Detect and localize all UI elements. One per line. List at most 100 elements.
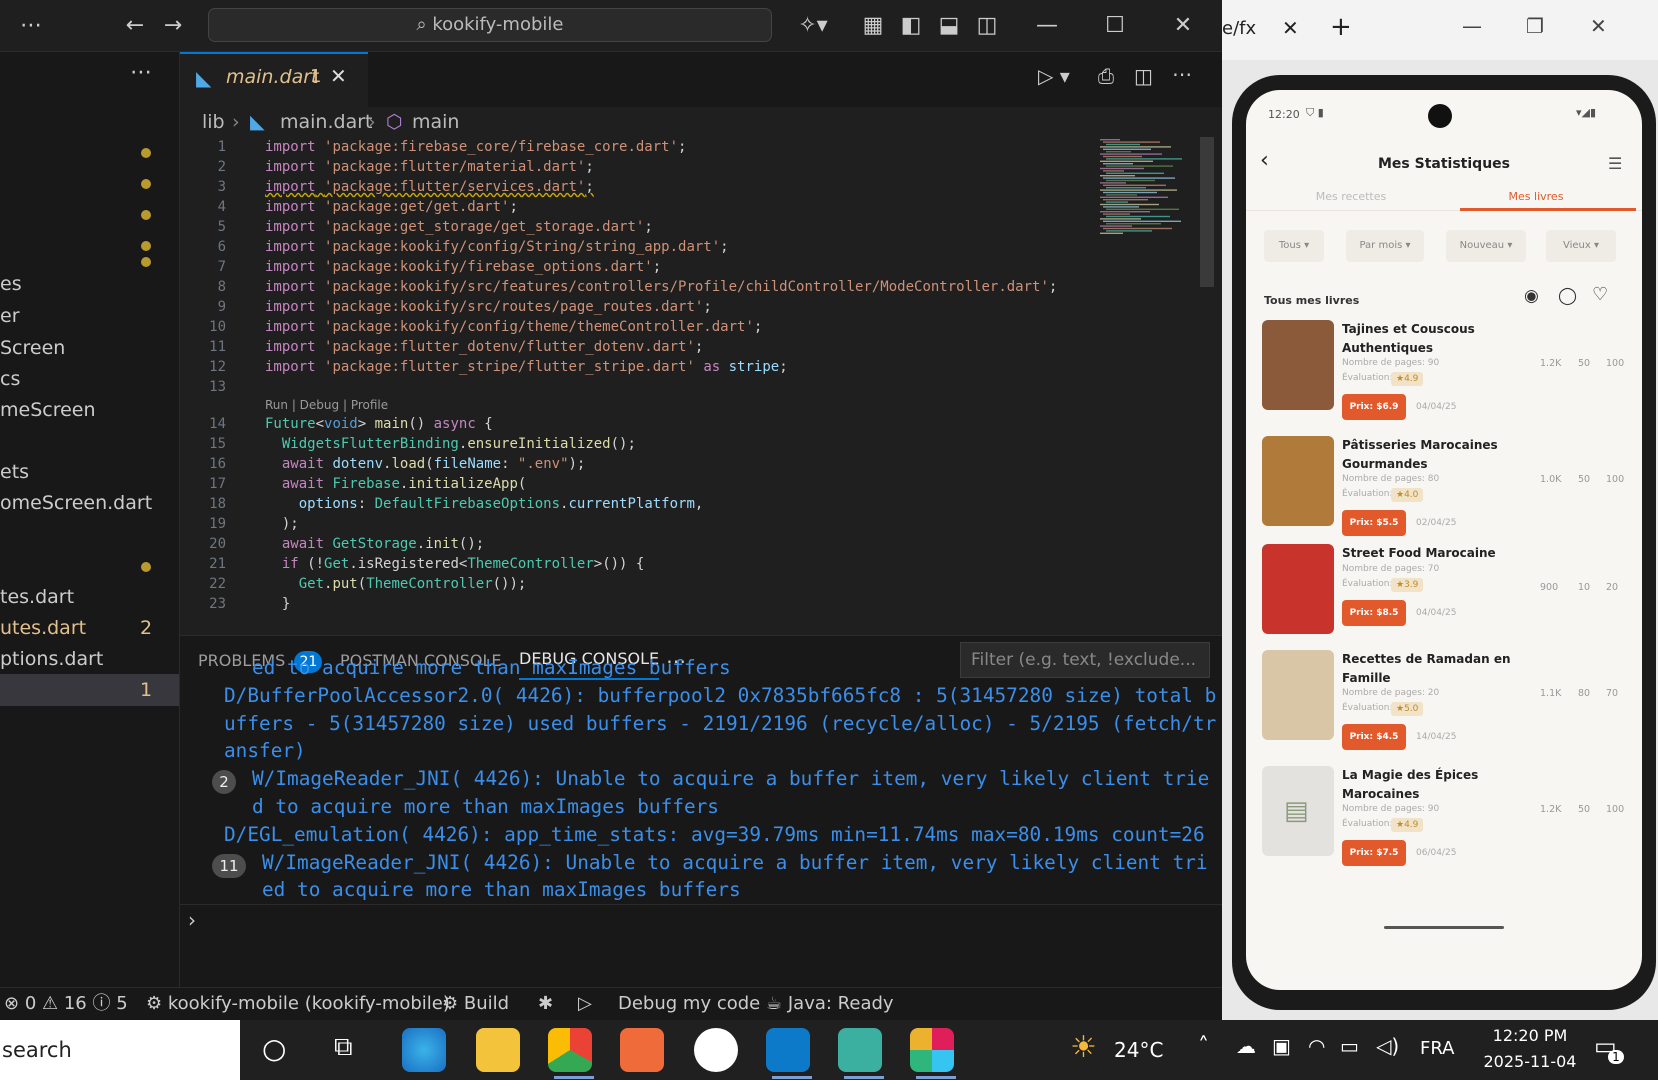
sidebar-file-item[interactable]: 1 xyxy=(0,674,179,706)
breadcrumb-symbol[interactable]: main xyxy=(412,107,459,137)
maximize-icon[interactable]: ☐ xyxy=(1098,0,1132,52)
layout-icon[interactable]: ▦ xyxy=(856,0,890,52)
menu-icon[interactable]: ☰ xyxy=(1608,154,1622,173)
taskbar-search[interactable]: search xyxy=(0,1020,240,1080)
minimap-line xyxy=(1103,155,1142,158)
back-arrow-icon[interactable]: ← xyxy=(118,0,152,52)
sidebar-file-item[interactable]: cs xyxy=(0,363,179,395)
debug-icon[interactable]: ✱ xyxy=(538,988,553,1020)
code-editor[interactable]: 1 import 'package:firebase_core/firebase_… xyxy=(180,137,1200,635)
tray-icon[interactable]: ▣ xyxy=(1272,1034,1291,1058)
clock-time[interactable]: 12:20 PM xyxy=(1480,1026,1580,1045)
book-price-button[interactable]: Prix: $7.5 xyxy=(1342,840,1406,866)
weather-icon[interactable]: ☀ xyxy=(1070,1030,1097,1065)
tab-main-dart[interactable]: ◣ main.dart 1 ✕ xyxy=(180,52,368,107)
forward-arrow-icon[interactable]: → xyxy=(156,0,190,52)
filter-par-mois[interactable]: Par mois ▾ xyxy=(1346,230,1424,262)
breadcrumb-lib[interactable]: lib xyxy=(202,107,225,137)
run-icon[interactable]: ▷ xyxy=(578,988,592,1020)
sidebar-file-item[interactable]: es xyxy=(0,268,179,300)
minimap[interactable] xyxy=(1096,137,1206,247)
restore-icon[interactable]: ❐ xyxy=(1526,14,1544,38)
filter-nouveau[interactable]: Nouveau ▾ xyxy=(1446,230,1526,262)
editor-scrollbar[interactable] xyxy=(1200,137,1214,287)
close-icon[interactable]: ✕ xyxy=(1166,0,1200,52)
browser-tab-label[interactable]: e/fx xyxy=(1222,18,1256,39)
sidebar-file-item[interactable]: tes.dart xyxy=(0,581,179,613)
slack-icon[interactable] xyxy=(910,1028,954,1072)
build-status[interactable]: ⚙ Build xyxy=(442,988,509,1020)
wifi-icon[interactable]: ◠ xyxy=(1308,1034,1325,1058)
more-icon[interactable]: ⋯ xyxy=(14,0,48,52)
project-status[interactable]: ⚙ kookify-mobile (kookify-mobile) xyxy=(146,988,450,1020)
code-lens[interactable]: Run | Debug | Profile xyxy=(265,397,388,414)
heart-icon[interactable]: ♡ xyxy=(1592,284,1608,305)
edge-icon[interactable] xyxy=(402,1028,446,1072)
book-price-button[interactable]: Prix: $4.5 xyxy=(1342,724,1406,750)
toggle-sidebar-icon[interactable]: ◧ xyxy=(894,0,928,52)
task-view-icon[interactable]: ⧉ xyxy=(334,1032,353,1063)
battery-icon[interactable]: ▭ xyxy=(1340,1034,1359,1058)
more-actions-icon[interactable]: ⋯ xyxy=(1172,62,1192,86)
cortana-icon[interactable]: ○ xyxy=(262,1032,286,1065)
sidebar-file-item[interactable]: utes.dart 2 xyxy=(0,612,179,644)
book-row[interactable]: Recettes de Ramadan en Famille Nombre de … xyxy=(1246,650,1642,772)
comment-icon[interactable]: ◯ xyxy=(1558,286,1577,306)
more-icon[interactable]: ⋯ xyxy=(130,60,152,85)
filter-tous[interactable]: Tous ▾ xyxy=(1264,230,1324,262)
language-indicator[interactable]: FRA xyxy=(1420,1038,1454,1059)
book-row[interactable]: Pâtisseries Marocaines Gourmandes Nombre … xyxy=(1246,436,1642,558)
sidebar-file-item[interactable]: ptions.dart xyxy=(0,643,179,675)
book-row[interactable]: Street Food Marocaine Nombre de pages: 70… xyxy=(1246,544,1642,666)
book-cover xyxy=(1262,650,1334,740)
minimize-icon[interactable]: — xyxy=(1462,14,1482,38)
vscode-icon[interactable] xyxy=(766,1028,810,1072)
book-price-button[interactable]: Prix: $5.5 xyxy=(1342,510,1406,536)
debug-my-code-status[interactable]: Debug my code xyxy=(618,988,760,1020)
clock-date[interactable]: 2025-11-04 xyxy=(1470,1052,1590,1071)
volume-icon[interactable]: ◁) xyxy=(1376,1034,1399,1058)
tab-close-icon[interactable]: ✕ xyxy=(1282,16,1299,40)
minimize-icon[interactable]: — xyxy=(1030,0,1064,52)
toggle-secondary-sidebar-icon[interactable]: ◫ xyxy=(970,0,1004,52)
sidebar-file-item[interactable]: meScreen xyxy=(0,394,179,426)
copilot-icon[interactable]: ✧▾ xyxy=(790,0,836,52)
close-icon[interactable]: ✕ xyxy=(1590,14,1607,38)
new-tab-icon[interactable]: + xyxy=(1330,12,1352,42)
tab-mes-livres[interactable]: Mes livres xyxy=(1436,190,1636,203)
minimap-line xyxy=(1106,230,1152,232)
book-row[interactable]: Tajines et Couscous Authentiques Nombre d… xyxy=(1246,320,1642,442)
mongodb-icon[interactable] xyxy=(694,1028,738,1072)
breadcrumb-file[interactable]: main.dart xyxy=(280,107,372,137)
sidebar-file-item[interactable]: Screen xyxy=(0,332,179,364)
run-icon[interactable]: ▷ ▾ xyxy=(1038,64,1070,88)
console-filter-input[interactable]: Filter (e.g. text, !exclude... xyxy=(960,642,1210,678)
book-price-button[interactable]: Prix: $6.9 xyxy=(1342,394,1406,420)
weather-temp[interactable]: 24°C xyxy=(1114,1038,1163,1062)
sidebar-file-item[interactable]: er xyxy=(0,300,179,332)
file-explorer-icon[interactable] xyxy=(476,1028,520,1072)
filter-vieux[interactable]: Vieux ▾ xyxy=(1546,230,1616,262)
split-editor-icon[interactable]: ◫ xyxy=(1134,64,1153,88)
book-pages: Nombre de pages: 80 xyxy=(1342,474,1440,484)
android-studio-icon[interactable] xyxy=(838,1028,882,1072)
chevron-up-icon[interactable]: ˄ xyxy=(1198,1034,1209,1059)
eye-icon[interactable]: ◉ xyxy=(1524,286,1539,306)
device-icon[interactable]: ⎙ xyxy=(1098,64,1114,88)
console-prompt-icon[interactable]: › xyxy=(188,908,196,932)
sidebar-file-item[interactable]: omeScreen.dart xyxy=(0,487,179,519)
chrome-icon[interactable] xyxy=(548,1028,592,1072)
book-row[interactable]: ▤ La Magie des Épices Marocaines Nombre de… xyxy=(1246,766,1642,888)
tab-close-icon[interactable]: ✕ xyxy=(330,64,347,88)
book-cover xyxy=(1262,436,1334,526)
java-status[interactable]: ☕ Java: Ready xyxy=(766,988,894,1020)
onedrive-icon[interactable]: ☁ xyxy=(1236,1034,1256,1058)
problems-status[interactable]: ⊗ 0 ⚠ 16 ⓘ 5 xyxy=(4,988,128,1020)
book-price-button[interactable]: Prix: $8.5 xyxy=(1342,600,1406,626)
postman-icon[interactable] xyxy=(620,1028,664,1072)
toggle-panel-icon[interactable]: ⬓ xyxy=(932,0,966,52)
sidebar-file-item[interactable]: ets xyxy=(0,456,179,488)
home-indicator[interactable] xyxy=(1384,926,1504,929)
command-center-search[interactable]: ⌕ kookify-mobile xyxy=(208,8,772,42)
tab-mes-recettes[interactable]: Mes recettes xyxy=(1246,190,1456,203)
